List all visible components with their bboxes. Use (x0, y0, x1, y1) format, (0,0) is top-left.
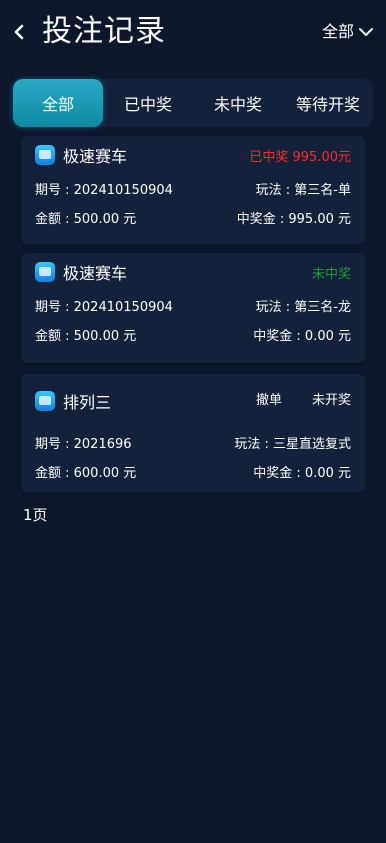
issue-row: 期号 : 2021696 玩法 : 三星直选复式 (21, 428, 365, 457)
tab-all[interactable]: 全部 (13, 79, 103, 127)
status-text: 未开奖 (311, 392, 351, 408)
card-header: 排列三 撤单 未开奖 (21, 374, 365, 428)
tab-won[interactable]: 已中奖 (103, 79, 193, 127)
game-name: 排列三 (63, 393, 112, 412)
header: 投注记录 全部 (0, 0, 386, 66)
game-info: 排列三 (35, 389, 111, 413)
cancel-bet-button[interactable]: 撤单 (256, 389, 282, 408)
issue-row: 期号 : 202410150904 玩法 : 第三名-龙 (21, 291, 365, 320)
prize-amount: 中奖金 : 995.00 元 (236, 212, 351, 227)
tab-lost[interactable]: 未中奖 (193, 79, 283, 127)
page-indicator: 1页 (23, 506, 48, 524)
tab-bar: 全部 已中奖 未中奖 等待开奖 (13, 79, 373, 127)
amount-row: 金额 : 600.00 元 中奖金 : 0.00 元 (21, 457, 365, 486)
issue-number: 期号 : 202410150904 (35, 300, 173, 315)
play-type: 玩法 : 第三名-龙 (255, 300, 351, 315)
prize-amount: 中奖金 : 0.00 元 (253, 466, 351, 481)
card-header: 极速赛车 已中奖 995.00元 (21, 136, 365, 174)
game-info: 极速赛车 (35, 260, 127, 284)
status-text: 未中奖 (311, 266, 351, 282)
game-logo-icon (35, 391, 55, 411)
filter-dropdown[interactable]: 全部 (322, 20, 374, 44)
chevron-down-icon (359, 28, 373, 36)
page-title: 投注记录 (42, 14, 166, 49)
record-list: 极速赛车 已中奖 995.00元 期号 : 202410150904 玩法 : … (21, 136, 365, 501)
record-card[interactable]: 极速赛车 未中奖 期号 : 202410150904 玩法 : 第三名-龙 金额… (21, 253, 365, 363)
game-info: 极速赛车 (35, 143, 127, 167)
game-logo-icon (35, 145, 55, 165)
game-logo-icon (35, 262, 55, 282)
tab-pending[interactable]: 等待开奖 (283, 79, 373, 127)
issue-number: 期号 : 202410150904 (35, 183, 173, 198)
record-card[interactable]: 排列三 撤单 未开奖 期号 : 2021696 玩法 : 三星直选复式 金额 :… (21, 374, 365, 492)
play-type: 玩法 : 第三名-单 (255, 183, 351, 198)
game-name: 极速赛车 (63, 264, 128, 283)
card-header: 极速赛车 未中奖 (21, 253, 365, 291)
issue-number: 期号 : 2021696 (35, 437, 132, 452)
amount-row: 金额 : 500.00 元 中奖金 : 995.00 元 (21, 203, 365, 232)
game-name: 极速赛车 (63, 147, 128, 166)
issue-row: 期号 : 202410150904 玩法 : 第三名-单 (21, 174, 365, 203)
prize-amount: 中奖金 : 0.00 元 (253, 329, 351, 344)
status-group: 撤单 未开奖 (256, 389, 351, 408)
play-type: 玩法 : 三星直选复式 (234, 437, 351, 452)
amount-row: 金额 : 500.00 元 中奖金 : 0.00 元 (21, 320, 365, 349)
bet-amount: 金额 : 500.00 元 (35, 212, 137, 227)
back-icon[interactable] (10, 20, 32, 44)
filter-label: 全部 (321, 22, 354, 41)
record-card[interactable]: 极速赛车 已中奖 995.00元 期号 : 202410150904 玩法 : … (21, 136, 365, 244)
bet-amount: 金额 : 500.00 元 (35, 329, 137, 344)
status-text: 已中奖 995.00元 (249, 149, 351, 165)
bet-amount: 金额 : 600.00 元 (35, 466, 137, 481)
